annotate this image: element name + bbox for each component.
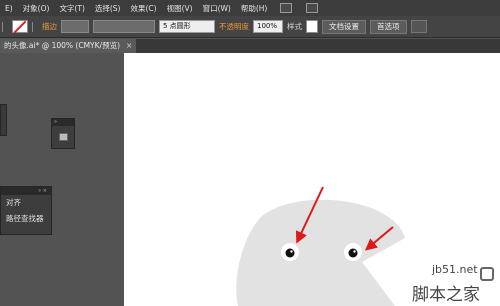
canvas-artwork [236, 186, 405, 306]
left-eye[interactable] [281, 243, 299, 261]
right-eye[interactable] [344, 243, 362, 261]
watermark-url: jb51.net [432, 263, 478, 276]
watermark-site-name: 脚本之家 [412, 285, 480, 305]
watermark-logo [480, 267, 494, 281]
face-blob-shape[interactable] [236, 199, 405, 306]
